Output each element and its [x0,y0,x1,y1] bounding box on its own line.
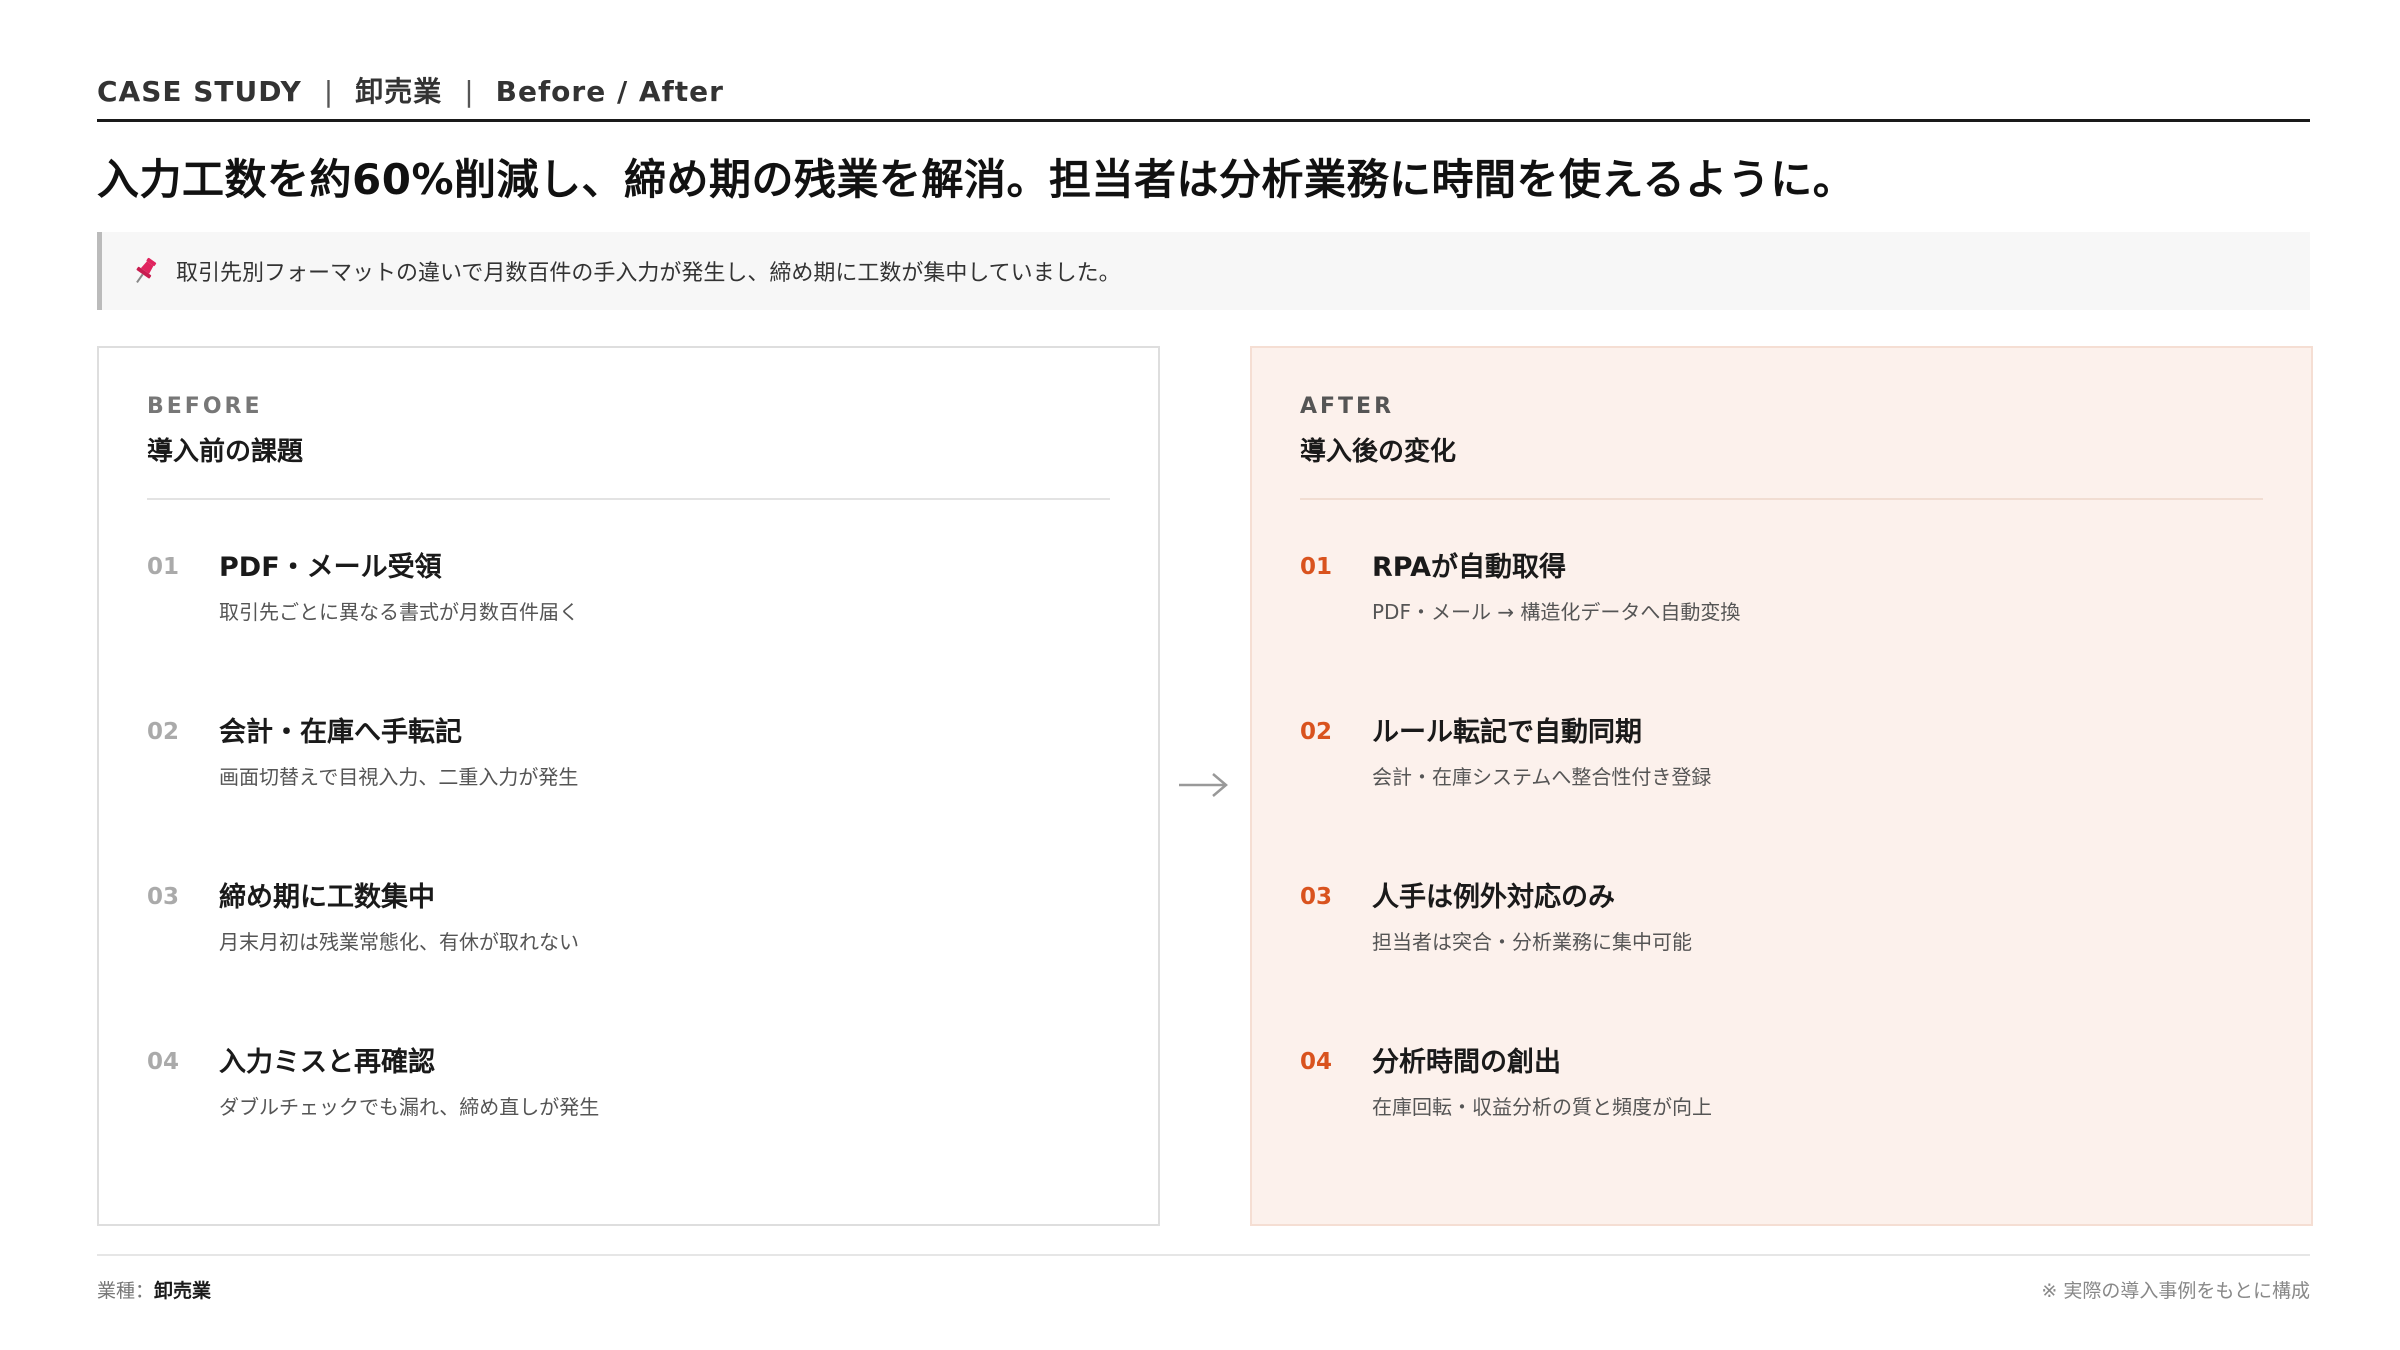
item-description: PDF・メール → 構造化データへ自動変換 [1372,600,1741,624]
after-card: AFTER 導入後の変化 01 RPAが自動取得 PDF・メール → 構造化デー… [1250,346,2313,1226]
item-title: 会計・在庫へ手転記 [219,717,462,748]
footer-industry: 業種：卸売業 [97,1277,211,1305]
after-kicker: AFTER [1300,394,1395,419]
item-description: 会計・在庫システムへ整合性付き登録 [1372,765,1712,789]
footer-industry-value: 卸売業 [154,1280,212,1302]
item-number: 01 [1300,554,1333,580]
list-item: 04 入力ミスと再確認 ダブルチェックでも漏れ、締め直しが発生 [147,1045,1110,1210]
header-separator: | [323,75,334,108]
item-number: 02 [147,719,180,745]
item-description: ダブルチェックでも漏れ、締め直しが発生 [219,1095,600,1119]
item-title: RPAが自動取得 [1372,552,1566,583]
item-title: 入力ミスと再確認 [219,1047,435,1078]
list-item: 02 会計・在庫へ手転記 画面切替えで目視入力、二重入力が発生 [147,715,1110,880]
item-title: 締め期に工数集中 [219,882,435,913]
item-number: 03 [147,884,180,910]
item-description: 取引先ごとに異なる書式が月数百件届く [219,600,579,624]
before-list: 01 PDF・メール受領 取引先ごとに異なる書式が月数百件届く 02 会計・在庫… [147,550,1110,1210]
list-item: 03 人手は例外対応のみ 担当者は突合・分析業務に集中可能 [1300,880,2263,1045]
before-kicker: BEFORE [147,394,263,419]
headline: 入力工数を約60%削減し、締め期の残業を解消。担当者は分析業務に時間を使えるよう… [97,155,1856,204]
before-card: BEFORE 導入前の課題 01 PDF・メール受領 取引先ごとに異なる書式が月… [97,346,1160,1226]
footer-divider [97,1254,2310,1256]
before-title: 導入前の課題 [147,434,1110,500]
list-item: 01 RPAが自動取得 PDF・メール → 構造化データへ自動変換 [1300,550,2263,715]
after-title: 導入後の変化 [1300,434,2263,500]
industry-label: 卸売業 [355,75,443,108]
list-item: 04 分析時間の創出 在庫回転・収益分析の質と頻度が向上 [1300,1045,2263,1210]
item-title: ルール転記で自動同期 [1372,717,1642,748]
item-number: 04 [147,1049,180,1075]
item-title: PDF・メール受領 [219,552,442,583]
pushpin-icon [136,257,157,284]
item-description: 月末月初は残業常態化、有休が取れない [219,930,579,954]
after-list: 01 RPAが自動取得 PDF・メール → 構造化データへ自動変換 02 ルール… [1300,550,2263,1210]
item-number: 02 [1300,719,1333,745]
item-number: 04 [1300,1049,1333,1075]
list-item: 03 締め期に工数集中 月末月初は残業常態化、有休が取れない [147,880,1110,1045]
arrow-right-icon [1179,773,1228,797]
case-study-label: CASE STUDY [97,75,302,108]
footer-industry-label: 業種： [97,1280,155,1302]
item-title: 分析時間の創出 [1372,1047,1561,1078]
section-label: Before / After [495,75,724,108]
item-title: 人手は例外対応のみ [1372,882,1615,913]
item-description: 在庫回転・収益分析の質と頻度が向上 [1372,1095,1712,1119]
footer-note: ※ 実際の導入事例をもとに構成 [2041,1280,2310,1302]
header-separator: | [464,75,474,108]
list-item: 02 ルール転記で自動同期 会計・在庫システムへ整合性付き登録 [1300,715,2263,880]
list-item: 01 PDF・メール受領 取引先ごとに異なる書式が月数百件届く [147,550,1110,715]
item-number: 01 [147,554,180,580]
item-number: 03 [1300,884,1333,910]
context-text: 取引先別フォーマットの違いで月数百件の手入力が発生し、締め期に工数が集中していま… [176,261,1121,286]
page-header: CASE STUDY | 卸売業 | Before / After [97,72,2310,122]
item-description: 画面切替えで目視入力、二重入力が発生 [219,765,579,789]
context-banner: 取引先別フォーマットの違いで月数百件の手入力が発生し、締め期に工数が集中していま… [97,232,2310,310]
item-description: 担当者は突合・分析業務に集中可能 [1372,930,1692,954]
